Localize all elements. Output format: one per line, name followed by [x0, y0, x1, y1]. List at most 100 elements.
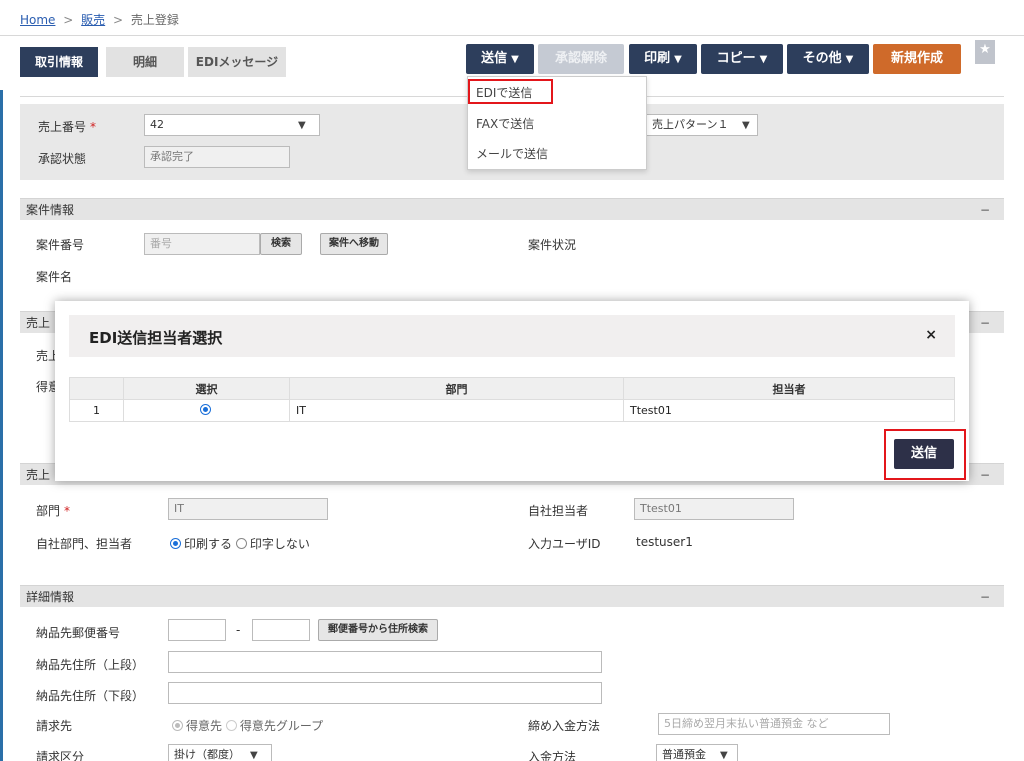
case-name-label: 案件名	[36, 270, 73, 284]
billing-customer-label: 得意先	[186, 719, 223, 733]
case-search-button[interactable]: 検索	[260, 233, 302, 255]
breadcrumb-sales[interactable]: 販売	[81, 13, 105, 27]
sales-number-label-text: 売上番号	[38, 120, 87, 134]
input-user-value: testuser1	[636, 535, 693, 549]
row-number: 1	[69, 399, 124, 422]
address-lower-label: 納品先住所（下段）	[36, 689, 145, 703]
sales-pattern-value: 売上パターン１	[652, 118, 729, 131]
print-menu-button[interactable]: 印刷 ▼	[629, 44, 697, 74]
new-button[interactable]: 新規作成	[873, 44, 961, 74]
collapse-icon[interactable]: −	[980, 586, 990, 608]
copy-menu-button[interactable]: コピー ▼	[701, 44, 783, 74]
billing-group-label: 得意先グループ	[239, 719, 324, 733]
closing-method-placeholder: 5日締め翌月末払い普通預金 など	[664, 717, 829, 730]
close-icon[interactable]: ×	[925, 327, 937, 343]
chevron-down-icon: ▼	[674, 54, 682, 65]
column-header-dept: 部門	[289, 377, 624, 400]
print-setting-label: 自社部門、担当者	[36, 537, 133, 551]
case-number-placeholder: 番号	[150, 237, 172, 250]
approve-cancel-button[interactable]: 承認解除	[538, 44, 624, 74]
row-staff: Ttest01	[623, 399, 955, 422]
row-select-cell	[123, 399, 290, 422]
tab-edi-message[interactable]: EDIメッセージ	[188, 47, 286, 77]
sales-number-select[interactable]: 42	[144, 114, 320, 136]
collapse-icon[interactable]: −	[980, 464, 990, 486]
column-header-no	[69, 377, 124, 400]
collapse-icon[interactable]: −	[980, 199, 990, 221]
own-staff-label: 自社担当者	[528, 504, 589, 518]
own-staff-field[interactable]: Ttest01	[634, 498, 794, 520]
breadcrumb-home[interactable]: Home	[20, 13, 55, 27]
dept-field[interactable]: IT	[168, 498, 328, 520]
column-header-select: 選択	[123, 377, 290, 400]
print-yes-label: 印刷する	[184, 537, 233, 551]
tab-deal-info[interactable]: 取引情報	[20, 47, 98, 77]
staff-table: 選択 部門 担当者 1 IT Ttest01	[69, 377, 955, 422]
postal-label: 納品先郵便番号	[36, 626, 121, 640]
left-accent-bar	[0, 0, 3, 761]
sales-section-title: 売上	[26, 316, 51, 330]
billing-label: 請求先	[36, 719, 73, 733]
highlight-box	[884, 429, 966, 480]
breadcrumb-sep: >	[63, 13, 74, 27]
send-button-label: 送信	[481, 51, 508, 66]
required-mark: *	[90, 120, 97, 134]
chevron-down-icon: ▼	[298, 120, 306, 131]
chevron-down-icon: ▼	[511, 54, 519, 65]
dept-label: 部門 *	[36, 502, 70, 519]
other-menu-button[interactable]: その他 ▼	[787, 44, 869, 74]
billing-customer-radio[interactable]	[172, 720, 183, 731]
edi-staff-select-modal: EDI送信担当者選択 × 選択 部門 担当者 1 IT Ttest01 送信	[55, 301, 969, 481]
case-section-header[interactable]: 案件情報 −	[20, 198, 1004, 220]
menu-item-fax-send[interactable]: FAXで送信	[476, 115, 534, 132]
chevron-down-icon: ▼	[759, 54, 768, 65]
breadcrumb-current: 売上登録	[130, 13, 179, 27]
case-section-title: 案件情報	[26, 203, 75, 217]
billing-type-label: 請求区分	[36, 750, 85, 761]
left-accent-gap	[0, 0, 3, 90]
closing-method-label: 締め入金方法	[528, 719, 601, 733]
sales-number-value: 42	[150, 118, 164, 131]
dept-label-text: 部門	[36, 504, 61, 518]
case-number-input[interactable]: 番号	[144, 233, 260, 255]
print-no-label: 印字しない	[249, 537, 310, 551]
breadcrumb: Home > 販売 > 売上登録	[20, 11, 179, 28]
tab-details[interactable]: 明細	[106, 47, 184, 77]
billing-group-radio[interactable]	[225, 720, 237, 731]
modal-header: EDI送信担当者選択 ×	[69, 315, 955, 357]
detail-section-title: 詳細情報	[26, 590, 75, 604]
payment-method-value: 普通預金	[662, 748, 706, 761]
collapse-icon[interactable]: −	[980, 312, 990, 334]
address-upper-label: 納品先住所（上段）	[36, 658, 145, 672]
bookmark-star-button[interactable]: ★	[975, 40, 995, 64]
chevron-down-icon: ▼	[720, 750, 728, 761]
column-header-staff: 担当者	[623, 377, 955, 400]
row-dept: IT	[289, 399, 624, 422]
goto-case-button[interactable]: 案件へ移動	[320, 233, 388, 255]
chevron-down-icon: ▼	[250, 750, 258, 761]
address-lower-input[interactable]	[168, 682, 602, 704]
address-upper-input[interactable]	[168, 651, 602, 673]
modal-title: EDI送信担当者選択	[89, 329, 223, 347]
table-header-row: 選択 部門 担当者	[69, 377, 955, 400]
billing-radio-group: 得意先 得意先グループ	[172, 717, 323, 734]
dept-value: IT	[174, 502, 184, 515]
postal-second-input[interactable]	[252, 619, 310, 641]
postal-first-input[interactable]	[168, 619, 226, 641]
send-menu-button[interactable]: 送信 ▼	[466, 44, 534, 74]
breadcrumb-sep: >	[113, 13, 124, 27]
postal-search-button[interactable]: 郵便番号から住所検索	[318, 619, 438, 641]
sales-number-label: 売上番号 *	[38, 118, 96, 135]
payment-method-label: 入金方法	[528, 750, 577, 761]
print-no-radio[interactable]	[235, 538, 247, 549]
print-button-label: 印刷	[644, 51, 671, 66]
print-yes-radio[interactable]	[170, 538, 181, 549]
detail-section-header[interactable]: 詳細情報 −	[20, 585, 1004, 607]
approval-status-field: 承認完了	[144, 146, 290, 168]
staff-select-radio[interactable]	[199, 404, 211, 415]
closing-method-input[interactable]: 5日締め翌月末払い普通預金 など	[658, 713, 890, 735]
menu-item-mail-send[interactable]: メールで送信	[476, 145, 548, 162]
table-row[interactable]: 1 IT Ttest01	[69, 399, 955, 422]
case-status-label: 案件状況	[528, 238, 577, 252]
approval-status-label: 承認状態	[38, 152, 87, 166]
